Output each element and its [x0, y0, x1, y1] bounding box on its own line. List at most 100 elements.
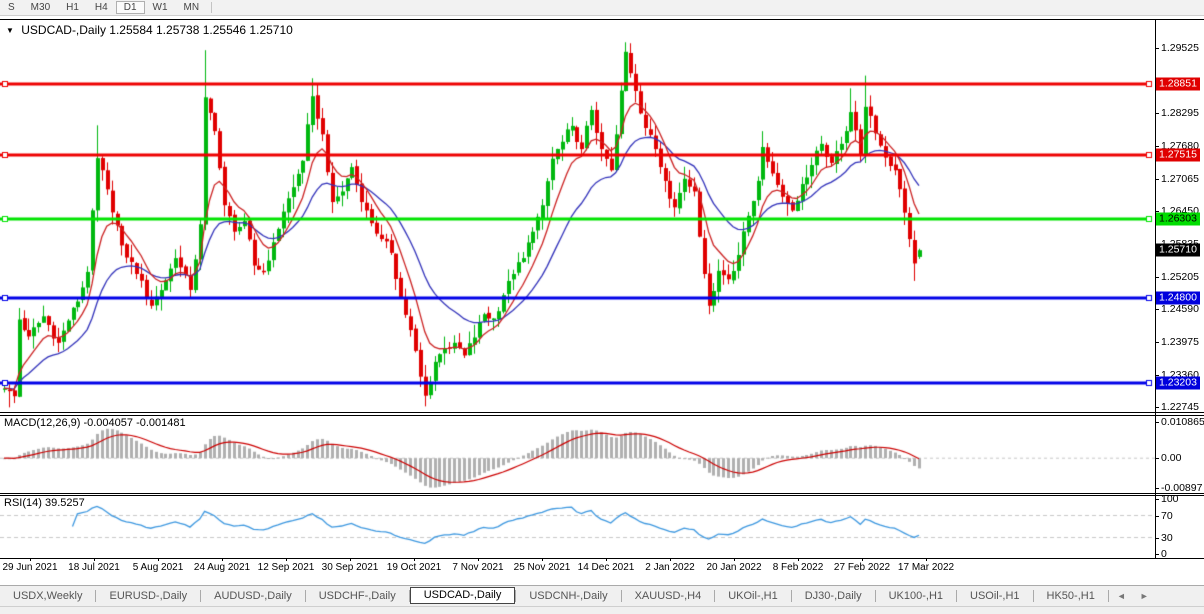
- date-tick-mark: [798, 558, 799, 561]
- chart-tab-xauusd-h4[interactable]: XAUUSD-,H4: [622, 588, 715, 604]
- chart-tab-bar: USDX,Weekly EURUSD-,Daily AUDUSD-,Daily USD…: [0, 585, 1204, 606]
- chart-tab-uk100-h1[interactable]: UK100-,H1: [876, 588, 956, 604]
- rsi-tick-mark: [1155, 515, 1159, 517]
- timeframe-toolbar: S M30 H1 H4 D1 W1 MN: [0, 0, 1204, 16]
- date-tick-mark: [94, 558, 95, 561]
- price-tick-label: 1.27065: [1161, 172, 1199, 185]
- date-tick-label: 2 Jan 2022: [645, 562, 695, 573]
- date-axis[interactable]: 29 Jun 2021 18 Jul 2021 5 Aug 2021 24 Aug 2…: [0, 558, 1155, 585]
- tab-scroll-controls: ◄ ►: [1117, 591, 1149, 601]
- date-tick-label: 14 Dec 2021: [577, 562, 635, 573]
- timeframe-button-m30[interactable]: M30: [23, 1, 58, 14]
- main-price-chart-canvas[interactable]: [0, 20, 1155, 412]
- panel-separator-2a[interactable]: [0, 493, 1204, 494]
- chart-tab-ukoil-h1[interactable]: UKOil-,H1: [715, 588, 791, 604]
- price-tick-label: 1.25205: [1161, 270, 1199, 283]
- rsi-tick-label: 30: [1161, 531, 1173, 544]
- chart-tab-eurusd-daily[interactable]: EURUSD-,Daily: [96, 588, 200, 604]
- chart-tab-usoil-h1[interactable]: USOil-,H1: [957, 588, 1033, 604]
- trading-terminal-window: S M30 H1 H4 D1 W1 MN ▼ USDCAD-,Daily 1.25584 1…: [0, 0, 1204, 614]
- macd-tick-label: 0.00: [1161, 452, 1182, 465]
- timeframe-button-s[interactable]: S: [0, 1, 23, 14]
- price-badge: 1.28851: [1156, 77, 1200, 91]
- price-tick-label: 1.24590: [1161, 303, 1199, 316]
- price-tick-label: 1.29525: [1161, 42, 1199, 55]
- date-tick-mark: [734, 558, 735, 561]
- status-strip: [0, 606, 1204, 614]
- date-tick-label: 25 Nov 2021: [513, 562, 571, 573]
- rsi-label: RSI(14) 39.5257: [4, 497, 85, 509]
- date-tick-label: 5 Aug 2021: [132, 562, 184, 573]
- timeframe-button-h1[interactable]: H1: [58, 1, 87, 14]
- price-tick-mark: [1155, 407, 1159, 409]
- date-tick-mark: [222, 558, 223, 561]
- chart-tab-usdchf-daily[interactable]: USDCHF-,Daily: [306, 588, 409, 604]
- panel-separator-1a[interactable]: [0, 412, 1204, 413]
- date-tick-label: 24 Aug 2021: [193, 562, 251, 573]
- price-tick-mark: [1155, 145, 1159, 147]
- date-tick-mark: [414, 558, 415, 561]
- date-tick-mark: [286, 558, 287, 561]
- date-tick-mark: [158, 558, 159, 561]
- price-tick-mark: [1155, 48, 1159, 50]
- date-tick-mark: [542, 558, 543, 561]
- date-tick-mark: [30, 558, 31, 561]
- macd-tick-mark: [1155, 422, 1159, 424]
- date-tick-mark: [606, 558, 607, 561]
- date-tick-label: 19 Oct 2021: [386, 562, 442, 573]
- price-axis-border: [1155, 19, 1156, 558]
- rsi-tick-mark: [1155, 499, 1159, 500]
- chart-tab-usdx-weekly[interactable]: USDX,Weekly: [0, 588, 95, 604]
- macd-tick-mark: [1155, 488, 1159, 490]
- price-badge: 1.27515: [1156, 148, 1200, 162]
- chart-tab-usdcad-daily[interactable]: USDCAD-,Daily: [409, 587, 516, 604]
- chart-title: ▼ USDCAD-,Daily 1.25584 1.25738 1.25546 …: [6, 23, 293, 37]
- macd-tick-label: 0.010865: [1161, 416, 1204, 429]
- price-tick-mark: [1155, 309, 1159, 311]
- timeframe-button-h4[interactable]: H4: [87, 1, 116, 14]
- timeframe-button-w1[interactable]: W1: [145, 1, 176, 14]
- tab-scroll-left-icon[interactable]: ◄: [1117, 591, 1126, 601]
- date-tick-mark: [670, 558, 671, 561]
- price-tick-mark: [1155, 178, 1159, 180]
- date-tick-mark: [926, 558, 927, 561]
- date-tick-label: 29 Jun 2021: [2, 562, 58, 573]
- price-tick-label: 1.23975: [1161, 336, 1199, 348]
- timeframe-button-mn[interactable]: MN: [176, 1, 208, 14]
- chart-tab-audusd-daily[interactable]: AUDUSD-,Daily: [201, 588, 305, 604]
- price-tick-mark: [1155, 113, 1159, 115]
- chart-tab-usdcnh-daily[interactable]: USDCNH-,Daily: [516, 588, 620, 604]
- tab-separator: [1107, 590, 1109, 602]
- price-badge: 1.23203: [1156, 376, 1200, 390]
- macd-tick-mark: [1155, 458, 1159, 460]
- rsi-tick-label: 100: [1161, 493, 1179, 505]
- price-tick-label: 1.28295: [1161, 107, 1199, 120]
- date-tick-label: 27 Feb 2022: [833, 562, 891, 573]
- price-badge: 1.25710: [1156, 243, 1200, 257]
- date-tick-label: 20 Jan 2022: [706, 562, 762, 573]
- rsi-tick-mark: [1155, 537, 1159, 539]
- chart-ohlc-quote: 1.25584 1.25738 1.25546 1.25710: [109, 23, 293, 37]
- date-tick-mark: [862, 558, 863, 561]
- price-badge: 1.26303: [1156, 212, 1200, 226]
- rsi-tick-mark: [1155, 554, 1159, 555]
- chart-tab-hk50-h1[interactable]: HK50-,H1: [1034, 588, 1108, 604]
- date-tick-label: 17 Mar 2022: [897, 562, 955, 573]
- price-tick-label: 1.22745: [1161, 401, 1199, 414]
- rsi-indicator-canvas[interactable]: [0, 496, 1155, 558]
- price-badge: 1.24800: [1156, 291, 1200, 305]
- date-tick-mark: [350, 558, 351, 561]
- rsi-tick-label: 0: [1161, 548, 1167, 560]
- date-tick-label: 8 Feb 2022: [772, 562, 824, 573]
- chart-symbol-label: USDCAD-,Daily: [21, 23, 106, 37]
- date-tick-mark: [478, 558, 479, 561]
- symbol-dropdown-icon[interactable]: ▼: [6, 26, 14, 35]
- tab-scroll-right-icon[interactable]: ►: [1140, 591, 1149, 601]
- chart-tab-dj30-daily[interactable]: DJ30-,Daily: [792, 588, 875, 604]
- timeframe-button-d1[interactable]: D1: [115, 1, 145, 14]
- price-tick-mark: [1155, 342, 1159, 343]
- date-tick-label: 18 Jul 2021: [68, 562, 120, 573]
- toolbar-separator: [211, 2, 213, 13]
- macd-label: MACD(12,26,9) -0.004057 -0.001481: [4, 417, 186, 429]
- date-tick-label: 12 Sep 2021: [257, 562, 315, 573]
